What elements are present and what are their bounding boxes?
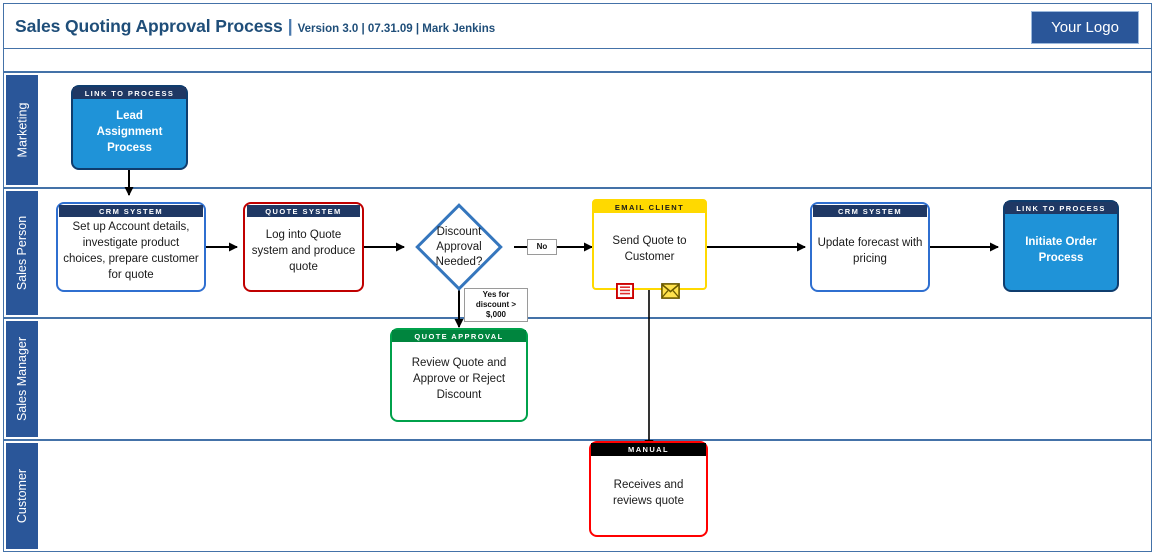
envelope-icon[interactable] [661,283,680,304]
node-initiate-order-process[interactable]: LINK TO PROCESS Initiate Order Process [1003,200,1119,292]
node-lead-assignment-process[interactable]: LINK TO PROCESS Lead Assignment Process [71,85,188,170]
node-header-quote-approval: QUOTE APPROVAL [392,330,526,342]
lane-customer: Customer [3,440,1152,552]
node-label-discount-decision: Discount Approval Needed? [404,203,514,291]
node-header-link-to-process: LINK TO PROCESS [73,87,186,99]
node-header-crm-system: CRM SYSTEM [59,205,203,217]
header-spacer-row [3,49,1152,72]
lane-label-customer-text: Customer [15,468,29,524]
node-send-quote[interactable]: EMAIL CLIENT Send Quote to Customer [592,199,707,290]
edge-label-yes-discount-text: Yes for discount > $,000 [475,290,517,319]
node-header-manual: MANUAL [591,443,706,456]
node-log-into-quote[interactable]: QUOTE SYSTEM Log into Quote system and p… [243,202,364,292]
node-receives-quote[interactable]: MANUAL Receives and reviews quote [589,441,708,537]
node-header-email-client: EMAIL CLIENT [594,201,705,213]
node-setup-account[interactable]: CRM SYSTEM Set up Account details, inves… [56,202,206,292]
lane-label-marketing-text: Marketing [15,102,30,158]
node-header-link-to-process-order: LINK TO PROCESS [1005,202,1117,214]
flowchart-page: Sales Quoting Approval Process | Version… [0,0,1155,555]
node-label-review-quote: Review Quote and Approve or Reject Disco… [411,357,507,401]
lane-label-sales-manager: Sales Manager [6,321,38,437]
title-subtitle: Version 3.0 | 07.31.09 | Mark Jenkins [297,23,496,35]
lane-sales-manager: Sales Manager [3,318,1152,440]
node-label-lead-assignment: Lead Assignment Process [73,87,186,168]
node-label-send-quote: Send Quote to Customer [612,234,687,263]
node-header-crm-system-forecast: CRM SYSTEM [813,205,927,217]
lane-label-sales-person: Sales Person [6,191,38,315]
edge-label-yes-discount: Yes for discount > $,000 [464,288,528,322]
edge-label-no: No [527,239,557,255]
decision-text: Discount Approval Needed? [435,225,483,268]
lane-label-sales-person-text: Sales Person [15,215,30,291]
lane-label-sales-manager-text: Sales Manager [15,336,30,422]
lane-label-marketing: Marketing [6,75,38,185]
lane-label-customer: Customer [6,443,38,549]
node-text-initiate-order: Initiate Order Process [1025,236,1097,264]
document-icon[interactable] [615,282,635,304]
node-update-forecast[interactable]: CRM SYSTEM Update forecast with pricing [810,202,930,292]
node-discount-decision[interactable]: Discount Approval Needed? [404,203,514,291]
title-group: Sales Quoting Approval Process | Version… [15,16,495,37]
logo-placeholder[interactable]: Your Logo [1031,11,1139,44]
node-text-line1: Lead Assignment Process [96,109,163,154]
title-separator: | [287,16,293,36]
node-header-quote-system: QUOTE SYSTEM [247,205,360,217]
node-label-initiate-order: Initiate Order Process [1005,202,1117,290]
title-bar: Sales Quoting Approval Process | Version… [3,3,1152,49]
page-title: Sales Quoting Approval Process [15,16,283,36]
node-review-quote[interactable]: QUOTE APPROVAL Review Quote and Approve … [390,328,528,422]
node-label-receives-quote: Receives and reviews quote [613,479,684,507]
